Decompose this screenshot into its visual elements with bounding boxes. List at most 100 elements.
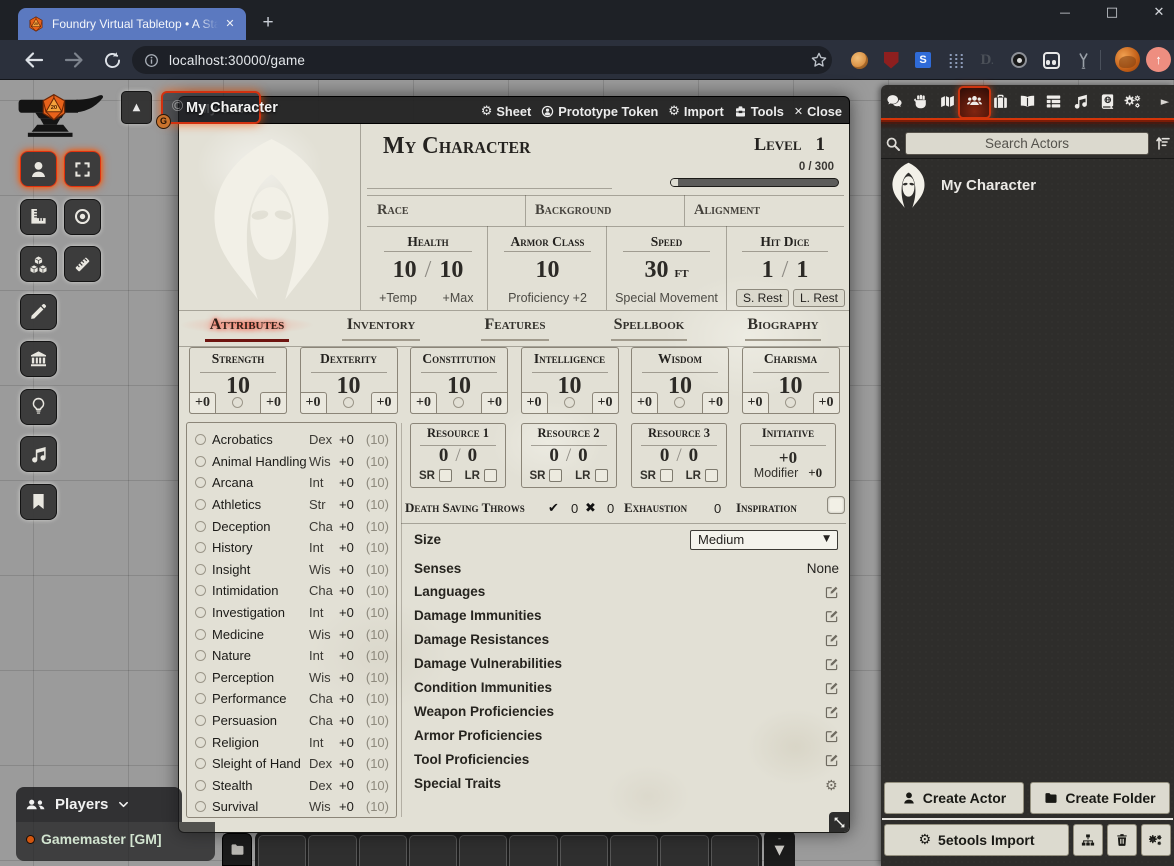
- ability-save-mod[interactable]: +0: [300, 392, 327, 414]
- skill-proficiency-circle[interactable]: [195, 521, 206, 532]
- skill-name[interactable]: Arcana: [212, 475, 309, 490]
- scene-control-button[interactable]: [20, 389, 57, 425]
- death-success-icon[interactable]: ✔: [548, 501, 559, 516]
- senses-value[interactable]: None: [639, 561, 839, 576]
- sheet-tab[interactable]: Features: [448, 316, 582, 334]
- window-header[interactable]: ⚙ Sheet Prototype Token ⚙ Import: [178, 96, 850, 124]
- players-panel-header[interactable]: Players: [16, 787, 182, 822]
- skill-row[interactable]: Animal Handling Wis +0 (10): [187, 451, 396, 473]
- skill-row[interactable]: Stealth Dex +0 (10): [187, 775, 396, 797]
- skill-row[interactable]: Investigation Int +0 (10): [187, 602, 396, 624]
- ability-name[interactable]: Charisma: [743, 351, 839, 367]
- resource-label[interactable]: Resource 1: [411, 426, 505, 441]
- speed-number[interactable]: 30: [644, 257, 668, 283]
- macro-folder-button[interactable]: [222, 833, 252, 866]
- skill-name[interactable]: Intimidation: [212, 583, 309, 598]
- foundry-logo[interactable]: [13, 92, 106, 139]
- skill-name[interactable]: Medicine: [212, 627, 309, 642]
- window-header-button[interactable]: Tools: [734, 104, 784, 119]
- speed-value[interactable]: 30 ft: [607, 257, 726, 286]
- sheet-tab[interactable]: Inventory: [314, 316, 448, 334]
- skill-name[interactable]: Perception: [212, 670, 309, 685]
- skill-name[interactable]: Religion: [212, 735, 309, 750]
- bookmark-star-icon[interactable]: [810, 51, 828, 69]
- skill-name[interactable]: Animal Handling: [212, 454, 309, 469]
- lr-checkbox[interactable]: [484, 469, 497, 482]
- trait-edit-icon[interactable]: [825, 681, 839, 695]
- skill-proficiency-circle[interactable]: [195, 499, 206, 510]
- skill-row[interactable]: Deception Cha +0 (10): [187, 515, 396, 537]
- character-name[interactable]: My Character: [383, 132, 531, 160]
- sr-checkbox[interactable]: [660, 469, 673, 482]
- skill-row[interactable]: Intimidation Cha +0 (10): [187, 580, 396, 602]
- directory-settings-button[interactable]: [1141, 824, 1171, 856]
- skill-proficiency-circle[interactable]: [195, 629, 206, 640]
- scene-tool-button[interactable]: [64, 199, 101, 235]
- initiative-modifier[interactable]: Modifier+0: [741, 465, 835, 481]
- sidebar-tab[interactable]: [1041, 85, 1068, 118]
- new-tab-button[interactable]: +: [254, 10, 282, 38]
- skill-name[interactable]: Sleight of Hand: [212, 756, 309, 771]
- trait-edit-icon[interactable]: [825, 633, 839, 647]
- skill-proficiency-circle[interactable]: [195, 434, 206, 445]
- scene-control-button[interactable]: [20, 151, 57, 187]
- short-rest-button[interactable]: S. Rest: [736, 289, 789, 307]
- game-canvas[interactable]: ▲ © My Scene G: [0, 80, 1174, 866]
- race-field[interactable]: Race: [377, 202, 409, 219]
- sr-checkbox[interactable]: [549, 469, 562, 482]
- resource-label[interactable]: Resource 3: [632, 426, 726, 441]
- hotbar-page-controls[interactable]: - ▼: [764, 831, 795, 866]
- skill-row[interactable]: Insight Wis +0 (10): [187, 559, 396, 581]
- extension-pinch-icon[interactable]: [1073, 50, 1093, 70]
- extension-domino-icon[interactable]: [1041, 50, 1061, 70]
- proficiency-circle[interactable]: [232, 397, 243, 408]
- sidebar-tab[interactable]: [1067, 85, 1094, 118]
- skill-name[interactable]: History: [212, 540, 309, 555]
- ability-check-mod[interactable]: +0: [592, 392, 619, 414]
- skill-name[interactable]: Insight: [212, 562, 309, 577]
- hp-current[interactable]: 10: [393, 257, 417, 283]
- window-minimize-button[interactable]: —: [1050, 0, 1080, 26]
- scene-tool-button[interactable]: [64, 246, 101, 282]
- resource-values[interactable]: 0/0: [632, 445, 726, 467]
- skill-row[interactable]: Sleight of Hand Dex +0 (10): [187, 753, 396, 775]
- skill-row[interactable]: Religion Int +0 (10): [187, 731, 396, 753]
- extension-ublock-icon[interactable]: [881, 50, 901, 70]
- extension-columns-icon[interactable]: [945, 50, 965, 70]
- sidebar-tab[interactable]: [1014, 85, 1041, 118]
- hit-dice-value[interactable]: 1/1: [726, 257, 844, 283]
- death-failure-count[interactable]: 0: [607, 501, 614, 516]
- scene-control-button[interactable]: [20, 246, 57, 282]
- skill-row[interactable]: Acrobatics Dex +0 (10): [187, 429, 396, 451]
- folder-tree-button[interactable]: [1073, 824, 1103, 856]
- actor-list-item[interactable]: My Character: [881, 159, 1174, 211]
- skill-name[interactable]: Survival: [212, 799, 309, 814]
- skill-row[interactable]: Performance Cha +0 (10): [187, 688, 396, 710]
- proficiency-circle[interactable]: [785, 397, 796, 408]
- sidebar-tab[interactable]: [881, 85, 908, 118]
- long-rest-button[interactable]: L. Rest: [793, 289, 845, 307]
- sidebar-tab[interactable]: [1120, 85, 1147, 118]
- character-portrait[interactable]: [203, 134, 340, 306]
- scene-control-button[interactable]: [20, 436, 57, 472]
- sidebar-tab[interactable]: [961, 85, 988, 118]
- skill-row[interactable]: Perception Wis +0 (10): [187, 667, 396, 689]
- resource-label[interactable]: Resource 2: [522, 426, 616, 441]
- skill-row[interactable]: Arcana Int +0 (10): [187, 472, 396, 494]
- hd-current[interactable]: 1: [762, 257, 774, 283]
- skill-proficiency-circle[interactable]: [195, 564, 206, 575]
- macro-slot[interactable]: [409, 835, 457, 866]
- sheet-tab[interactable]: Attributes: [180, 316, 314, 334]
- ability-save-mod[interactable]: +0: [631, 392, 658, 414]
- resource-value[interactable]: 0: [439, 445, 449, 466]
- inspiration-checkbox[interactable]: [827, 496, 845, 514]
- sidebar-collapse-icon[interactable]: ►: [1158, 95, 1172, 108]
- resource-values[interactable]: 0/0: [522, 445, 616, 467]
- skill-row[interactable]: Persuasion Cha +0 (10): [187, 710, 396, 732]
- skill-proficiency-circle[interactable]: [195, 672, 206, 683]
- ability-check-mod[interactable]: +0: [371, 392, 398, 414]
- scene-control-button[interactable]: [20, 484, 57, 520]
- trait-edit-icon[interactable]: [825, 609, 839, 623]
- sidebar-tab[interactable]: [1094, 85, 1121, 118]
- trait-config-icon[interactable]: ⚙: [825, 777, 839, 791]
